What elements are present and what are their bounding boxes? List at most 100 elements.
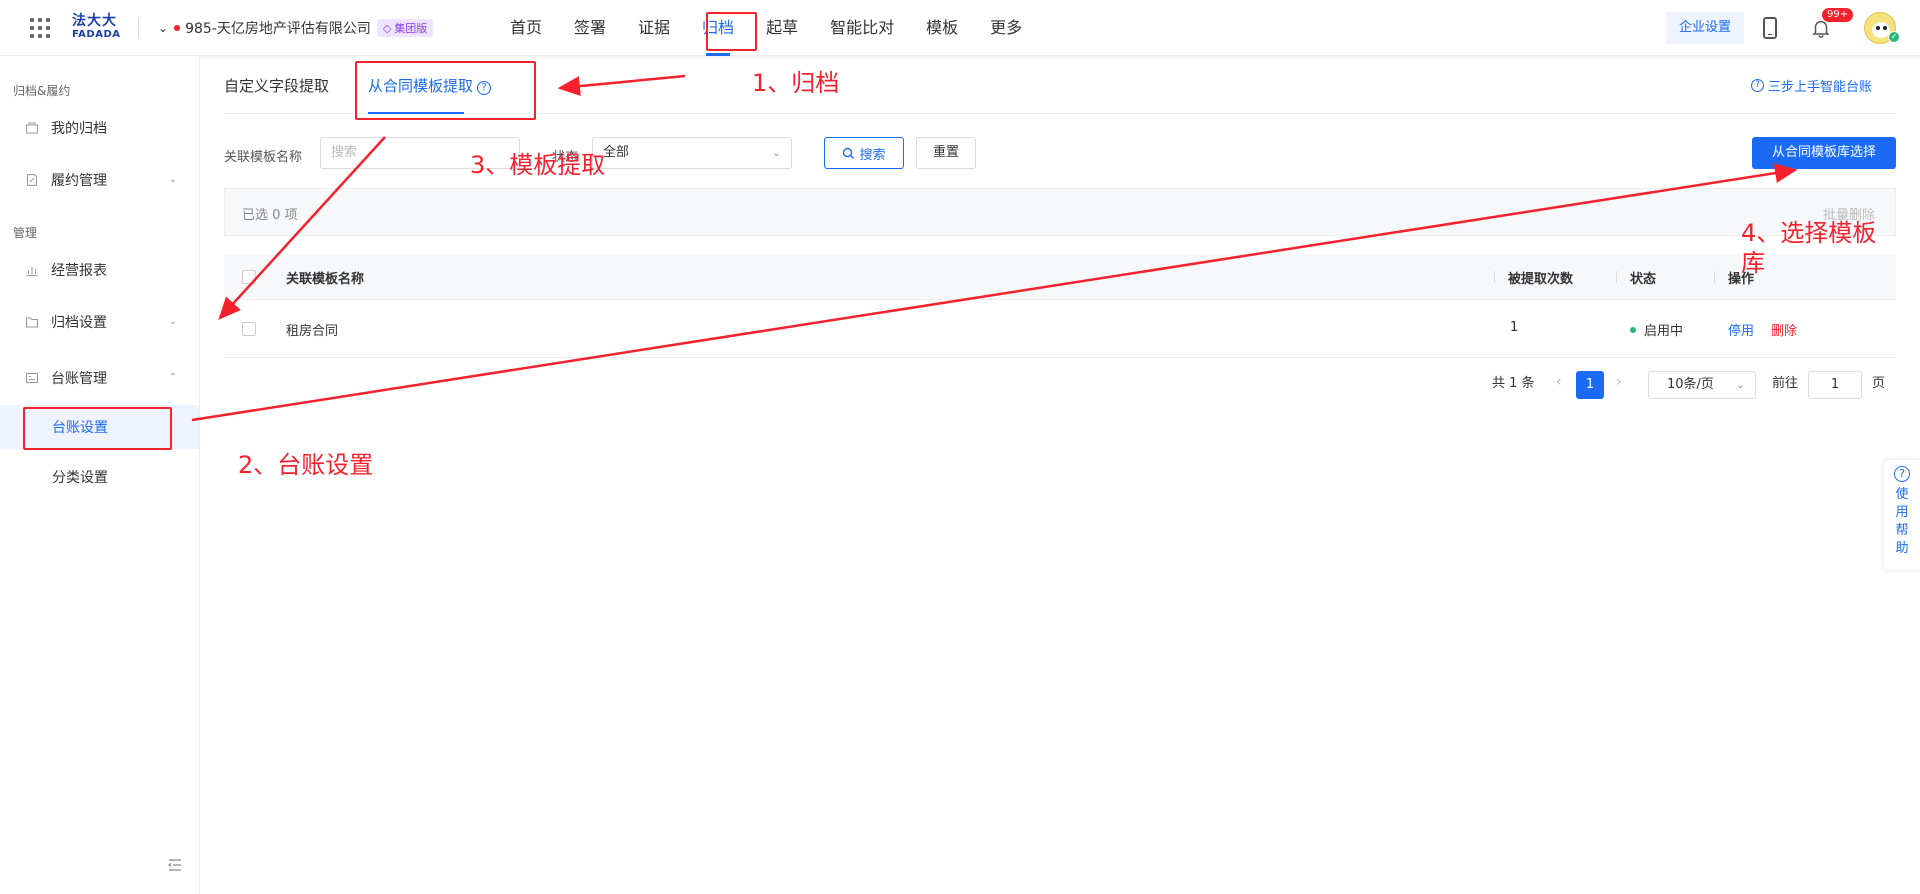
template-name-label: 关联模板名称 (224, 150, 303, 165)
selected-count: 已选 0 项 (242, 208, 298, 223)
row-checkbox[interactable] (242, 322, 256, 336)
ledger-icon (25, 371, 39, 385)
column-separator (1714, 271, 1715, 283)
sidebar-item-ledger-management[interactable]: 台账管理 ⌃ (0, 356, 199, 400)
search-button[interactable]: 搜索 (824, 137, 904, 169)
reset-button[interactable]: 重置 (916, 137, 976, 169)
chevron-up-icon: ⌃ (168, 372, 177, 383)
chevron-down-icon: ⌄ (771, 146, 781, 159)
disable-button[interactable]: 停用 (1728, 320, 1754, 339)
select-from-library-button[interactable]: 从合同模板库选择 (1752, 137, 1896, 169)
pagination-total: 共 1 条 (1492, 376, 1535, 391)
goto-page-input[interactable]: 1 (1808, 371, 1862, 399)
tab-custom-field-extraction[interactable]: 自定义字段提取 (224, 75, 329, 96)
annotation-step-2: 2、台账设置 (238, 451, 374, 479)
chevron-down-icon: ⌄ (1735, 378, 1745, 391)
goto-label: 前往 (1772, 376, 1799, 391)
nav-draft[interactable]: 起草 (766, 0, 798, 56)
selection-bar: 已选 0 项 批量删除 (224, 188, 1896, 236)
status-select[interactable]: 全部 ⌄ (592, 137, 792, 169)
page-number-current[interactable]: 1 (1576, 371, 1604, 399)
archive-box-icon (25, 121, 39, 135)
app-grid-icon[interactable] (30, 18, 50, 38)
top-bar: 法大大 FADADA ⌄ 985-天亿房地产评估有限公司 ◇ 集团版 首页 签署… (0, 0, 1920, 56)
mobile-icon[interactable] (1763, 17, 1777, 39)
sidebar-item-my-archive[interactable]: 我的归档 (0, 106, 199, 150)
main-content: 自定义字段提取 从合同模板提取? ? 三步上手智能台账 关联模板名称 搜索 状态… (200, 56, 1920, 894)
next-page-icon[interactable]: › (1616, 374, 1622, 390)
column-template-name: 关联模板名称 (286, 272, 365, 287)
page-size-select[interactable]: 10条/页 ⌄ (1648, 371, 1756, 399)
column-extract-count: 被提取次数 (1508, 272, 1574, 287)
nav-home[interactable]: 首页 (510, 0, 542, 56)
logo[interactable]: 法大大 FADADA (72, 13, 124, 43)
search-icon (843, 147, 855, 159)
company-switcher[interactable]: ⌄ 985-天亿房地产评估有限公司 ◇ 集团版 (158, 17, 434, 39)
sidebar-item-contract-performance[interactable]: 履约管理 ⌄ (0, 158, 199, 202)
sidebar-item-label: 归档设置 (51, 315, 107, 331)
enterprise-settings-button[interactable]: 企业设置 (1666, 12, 1744, 44)
sidebar-item-label: 我的归档 (51, 121, 107, 137)
collapse-sidebar-icon[interactable] (168, 859, 182, 871)
sidebar-item-reports[interactable]: 经营报表 (0, 248, 199, 292)
select-all-checkbox[interactable] (242, 270, 256, 284)
group-edition-badge: ◇ 集团版 (376, 19, 434, 37)
help-char: 使 (1895, 487, 1909, 502)
folder-settings-icon (25, 315, 39, 329)
column-separator (1494, 271, 1495, 283)
nav-sign[interactable]: 签署 (574, 0, 606, 56)
help-char: 帮 (1895, 523, 1909, 538)
divider (138, 18, 139, 38)
sidebar-item-label: 经营报表 (51, 263, 107, 279)
table-row: 租房合同 1 启用中 停用 删除 (224, 300, 1896, 358)
row-status: 启用中 (1630, 320, 1683, 339)
annotation-step-1: 1、归档 (752, 69, 840, 97)
column-status: 状态 (1630, 272, 1657, 287)
row-extract-count: 1 (1510, 320, 1519, 335)
document-edit-icon (25, 173, 39, 187)
sidebar-item-category-settings[interactable]: 分类设置 (0, 455, 199, 499)
nav-compare[interactable]: 智能比对 (830, 0, 894, 56)
delete-button[interactable]: 删除 (1771, 320, 1797, 339)
chevron-down-icon: ⌄ (168, 316, 177, 327)
diamond-icon: ◇ (382, 21, 392, 35)
annotation-box-ledger-settings (23, 407, 172, 450)
nav-more[interactable]: 更多 (990, 0, 1022, 56)
table-header: 关联模板名称 被提取次数 状态 操作 (224, 254, 1896, 300)
notification-badge: 99+ (1822, 8, 1854, 22)
sidebar-item-archive-settings[interactable]: 归档设置 ⌄ (0, 300, 199, 344)
nav-template[interactable]: 模板 (926, 0, 958, 56)
status-dot (174, 25, 181, 31)
sidebar-item-label: 台账管理 (51, 371, 107, 387)
sidebar-group-manage: 管理 (13, 226, 38, 240)
chevron-down-icon: ⌄ (158, 21, 169, 35)
template-table: 关联模板名称 被提取次数 状态 操作 租房合同 1 启用中 停用 删除 (224, 254, 1896, 358)
sidebar: 归档&履约 我的归档 履约管理 ⌄ 管理 经营报表 归档设置 ⌄ 台账管理 ⌃ … (0, 56, 200, 894)
column-separator (1616, 271, 1617, 283)
chevron-down-icon: ⌄ (168, 174, 177, 185)
company-name: 985-天亿房地产评估有限公司 (185, 21, 371, 37)
help-char: 助 (1895, 541, 1909, 556)
prev-page-icon[interactable]: ‹ (1556, 374, 1562, 390)
bar-chart-icon (25, 263, 39, 277)
main-nav: 首页 签署 证据 归档 起草 智能比对 模板 更多 (510, 0, 1054, 56)
help-icon: ? (1894, 466, 1910, 482)
nav-evidence[interactable]: 证据 (638, 0, 670, 56)
badge-label: 集团版 (394, 22, 428, 35)
page-suffix: 页 (1872, 376, 1886, 391)
row-template-name: 租房合同 (286, 324, 339, 339)
status-dot (1630, 327, 1636, 333)
sidebar-item-label: 分类设置 (52, 470, 108, 486)
annotation-step-3: 3、模板提取 (470, 151, 606, 179)
guide-link-label: 三步上手智能台账 (1767, 80, 1872, 95)
help-icon: ? (1750, 79, 1764, 92)
help-float-button[interactable]: ? 使 用 帮 助 (1884, 460, 1920, 570)
page-size-value: 10条/页 (1667, 377, 1714, 392)
annotation-box-archive-nav (706, 12, 757, 51)
status-select-value: 全部 (603, 145, 630, 160)
search-button-label: 搜索 (859, 147, 886, 163)
sidebar-item-label: 履约管理 (51, 173, 107, 189)
guide-link[interactable]: ? 三步上手智能台账 (1750, 76, 1872, 95)
annotation-box-template-tab (355, 61, 536, 120)
annotation-step-4: 4、选择模板库 (1741, 219, 1877, 277)
